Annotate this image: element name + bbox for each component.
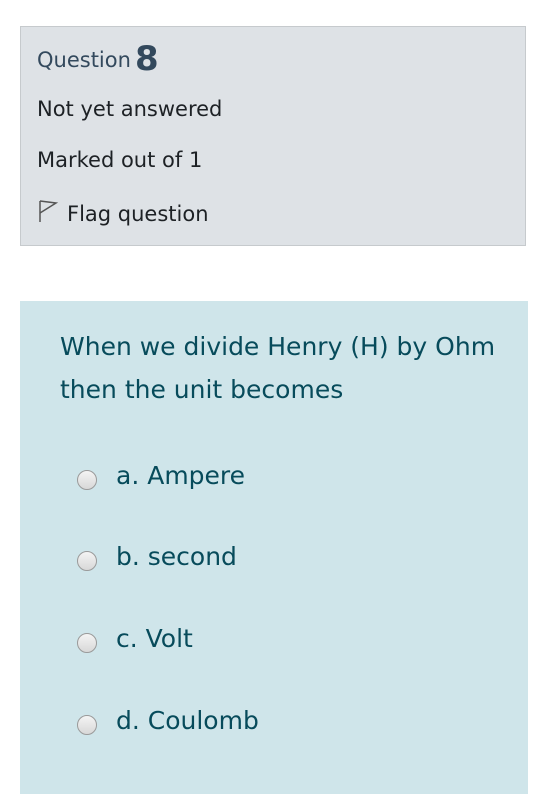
- question-formulation: When we divide Henry (H) by Ohm then the…: [20, 301, 528, 794]
- question-number-heading: Question 8: [37, 39, 159, 79]
- answer-option-d[interactable]: d. Coulomb: [77, 706, 259, 735]
- question-label: Question: [37, 48, 131, 72]
- flag-icon: [37, 199, 67, 228]
- answer-radio-d[interactable]: [77, 714, 97, 735]
- question-state: Not yet answered: [37, 97, 223, 121]
- answer-label-a: a. Ampere: [116, 461, 246, 490]
- answer-option-c[interactable]: c. Volt: [77, 624, 193, 653]
- question-grade: Marked out of 1: [37, 148, 203, 172]
- answer-radio-b[interactable]: [77, 550, 97, 571]
- question-info-panel: Question 8 Not yet answered Marked out of…: [20, 26, 526, 246]
- answer-radio-c[interactable]: [77, 632, 97, 653]
- flag-question-link[interactable]: Flag question: [37, 199, 209, 228]
- answer-label-b: b. second: [116, 542, 237, 571]
- answer-radio-a[interactable]: [77, 469, 97, 490]
- question-number: 8: [134, 39, 159, 79]
- question-text: When we divide Henry (H) by Ohm then the…: [60, 332, 496, 404]
- flag-question-label: Flag question: [67, 201, 209, 226]
- answer-label-c: c. Volt: [116, 624, 193, 653]
- answer-option-b[interactable]: b. second: [77, 542, 237, 571]
- answer-option-a[interactable]: a. Ampere: [77, 461, 245, 490]
- answer-label-d: d. Coulomb: [116, 706, 259, 735]
